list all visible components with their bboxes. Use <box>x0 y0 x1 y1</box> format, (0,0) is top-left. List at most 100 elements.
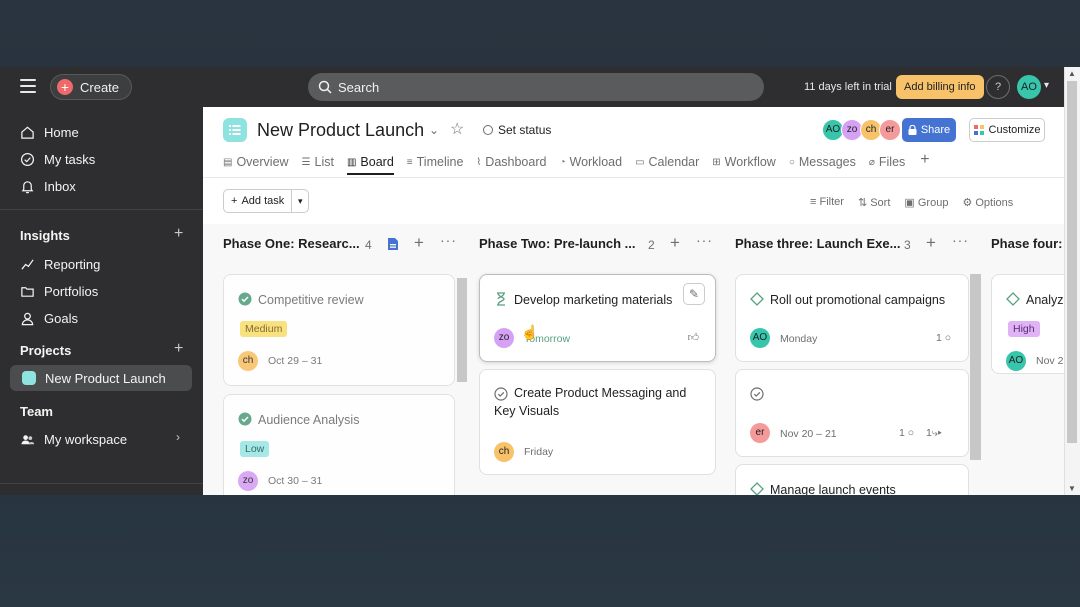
sidebar-item-goals[interactable]: Goals <box>20 308 78 328</box>
column-title[interactable]: Phase Two: Pre-launch ... <box>479 236 636 251</box>
tab-overview[interactable]: ▤ Overview <box>223 151 289 173</box>
projects-header[interactable]: Projects <box>20 343 71 358</box>
customize-button[interactable]: Customize <box>969 118 1045 142</box>
sort-button[interactable]: ⇅ Sort <box>858 196 890 209</box>
sidebar-item-my-workspace[interactable]: My workspace <box>20 429 127 449</box>
assignee-avatar[interactable]: er <box>750 423 770 443</box>
scroll-up-icon[interactable]: ▲ <box>1068 69 1076 78</box>
completed-check-icon[interactable] <box>238 412 252 426</box>
tab-calendar[interactable]: ▭ Calendar <box>635 151 699 173</box>
create-button[interactable]: + Create <box>50 74 133 100</box>
more-options-icon[interactable]: ··· <box>696 232 713 248</box>
thumbs-up-icon[interactable]: 👍︎ <box>688 331 700 344</box>
add-project-button[interactable]: + <box>174 340 183 358</box>
chevron-down-icon[interactable]: ▾ <box>292 190 308 212</box>
help-button[interactable]: ? <box>986 75 1010 99</box>
column-title[interactable]: Phase One: Researc... <box>223 236 360 251</box>
page-scrollbar[interactable]: ▲ ▼ <box>1064 67 1080 495</box>
rule-icon[interactable] <box>387 237 399 251</box>
column-title[interactable]: Phase three: Launch Exe... <box>735 236 900 251</box>
due-date[interactable]: Monday <box>780 333 817 345</box>
sidebar-item-new-product-launch[interactable]: New Product Launch <box>22 368 166 388</box>
due-date[interactable]: Nov 20 – 21 <box>780 428 837 440</box>
add-task-to-column-button[interactable]: + <box>926 233 936 253</box>
sidebar-item-inbox[interactable]: Inbox <box>20 176 76 196</box>
assignee-avatar[interactable]: zo <box>238 471 258 491</box>
column-title[interactable]: Phase four: <box>991 236 1063 251</box>
sidebar-item-portfolios[interactable]: Portfolios <box>20 281 98 301</box>
milestone-icon[interactable] <box>1006 292 1020 306</box>
pencil-icon[interactable]: ✎ <box>683 283 705 305</box>
reporting-icon <box>21 258 34 270</box>
set-status-button[interactable]: Set status <box>483 123 551 137</box>
sidebar-item-my-tasks[interactable]: My tasks <box>20 149 95 169</box>
assignee-avatar[interactable]: AO <box>1006 351 1026 371</box>
tab-messages[interactable]: ○ Messages <box>789 151 856 173</box>
comment-count[interactable]: 1 ○ <box>936 332 951 344</box>
avatar[interactable]: er <box>879 119 901 141</box>
scrollbar-thumb[interactable] <box>1067 81 1077 443</box>
add-task-to-column-button[interactable]: + <box>414 233 424 253</box>
due-date[interactable]: Nov 2 <box>1036 355 1063 367</box>
chevron-right-icon[interactable]: › <box>176 430 180 444</box>
due-date[interactable]: Oct 29 – 31 <box>268 355 322 367</box>
hourglass-icon[interactable] <box>494 292 508 306</box>
task-card[interactable]: Analyze High AO Nov 2 <box>991 274 1064 374</box>
milestone-icon[interactable] <box>750 292 764 306</box>
team-header[interactable]: Team <box>20 404 53 419</box>
task-card[interactable]: Competitive review Medium ch Oct 29 – 31 <box>223 274 455 386</box>
check-circle-icon[interactable] <box>750 387 764 401</box>
project-title[interactable]: New Product Launch <box>257 120 424 141</box>
due-date[interactable]: Friday <box>524 446 553 458</box>
member-avatars[interactable]: AO zo ch er <box>822 119 901 141</box>
add-task-main[interactable]: + Add task <box>224 190 293 212</box>
insights-header[interactable]: Insights <box>20 228 70 243</box>
search-input[interactable]: Search <box>308 73 764 101</box>
add-task-button[interactable]: + Add task ▾ <box>223 189 310 213</box>
star-icon[interactable]: ☆ <box>450 119 464 139</box>
assignee-avatar[interactable]: zo <box>494 328 514 348</box>
add-billing-button[interactable]: Add billing info <box>896 75 984 99</box>
tab-board[interactable]: ▥ Board <box>346 151 394 175</box>
tab-files[interactable]: ⌀ Files <box>869 151 905 173</box>
milestone-icon[interactable] <box>750 482 764 495</box>
assignee-avatar[interactable]: ch <box>494 442 514 462</box>
task-card[interactable]: Audience Analysis Low zo Oct 30 – 31 <box>223 394 455 495</box>
subtask-count[interactable]: 1⤷▸ <box>926 427 942 440</box>
scroll-down-icon[interactable]: ▼ <box>1068 484 1076 493</box>
user-avatar[interactable]: AO <box>1017 75 1041 99</box>
due-date[interactable]: Oct 30 – 31 <box>268 475 322 487</box>
more-options-icon[interactable]: ··· <box>952 232 969 248</box>
tab-workflow[interactable]: ⊞ Workflow <box>712 151 776 173</box>
sidebar-item-reporting[interactable]: Reporting <box>20 254 100 274</box>
task-card[interactable]: Roll out promotional campaigns AO Monday… <box>735 274 969 362</box>
chevron-down-icon[interactable]: ▾ <box>1044 80 1049 91</box>
task-card[interactable]: Develop marketing materials ✎ zo Tomorro… <box>479 274 716 362</box>
assignee-avatar[interactable]: AO <box>750 328 770 348</box>
share-label: Share <box>920 124 951 136</box>
add-tab-button[interactable]: + <box>920 151 929 175</box>
tab-workload[interactable]: ◔ Workload <box>559 151 622 173</box>
task-card[interactable]: Manage launch events <box>735 464 969 495</box>
add-insight-button[interactable]: + <box>174 225 183 243</box>
hamburger-menu-icon[interactable] <box>20 79 36 93</box>
tab-timeline[interactable]: ≡ Timeline <box>407 151 464 173</box>
chevron-down-icon[interactable]: ⌄ <box>429 123 439 137</box>
more-options-icon[interactable]: ··· <box>440 232 457 248</box>
task-card[interactable]: Create Product Messaging and Key Visuals… <box>479 369 716 475</box>
add-task-to-column-button[interactable]: + <box>670 233 680 253</box>
filter-button[interactable]: ≡ Filter <box>810 196 844 209</box>
share-button[interactable]: Share <box>902 118 956 142</box>
comment-icon: ○ <box>907 427 915 439</box>
comment-count[interactable]: 1 ○ <box>899 427 914 439</box>
tab-list[interactable]: ☰ List <box>302 151 334 173</box>
sidebar-item-home[interactable]: Home <box>20 122 79 142</box>
options-button[interactable]: ⚙ Options <box>962 196 1013 209</box>
task-card[interactable]: er Nov 20 – 21 1 ○ 1⤷▸ <box>735 369 969 457</box>
completed-check-icon[interactable] <box>238 292 252 306</box>
tab-dashboard[interactable]: ⌇ Dashboard <box>476 151 546 173</box>
group-button[interactable]: ▣ Group <box>904 196 948 209</box>
assignee-avatar[interactable]: ch <box>238 351 258 371</box>
subtask-icon: ⤷▸ <box>931 427 942 439</box>
project-list-icon[interactable] <box>223 118 247 142</box>
